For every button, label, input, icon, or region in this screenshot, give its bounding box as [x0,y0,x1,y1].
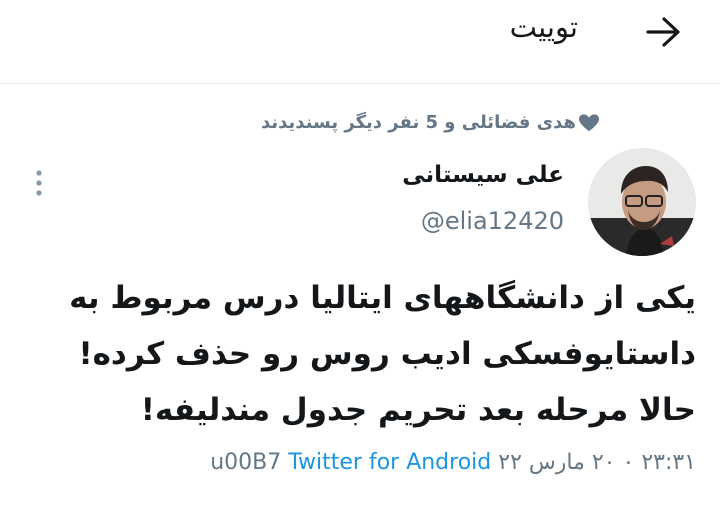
author-display-name[interactable]: علی سیستانی [402,162,564,188]
back-button[interactable] [644,14,684,50]
tweet-source-link[interactable]: Twitter for Android [288,450,491,475]
heart-icon [579,113,599,131]
top-bar: توییت [0,0,720,84]
social-context-text: هدی فضائلی و 5 نفر دیگر پسندیدند [260,112,576,133]
more-vertical-icon [36,170,42,196]
tweet-timestamp[interactable]: ۲۳:۳۱ ۰ ۲۰ مارس ۲۲ [498,450,696,475]
page-title: توییت [509,10,578,44]
social-context[interactable]: هدی فضائلی و 5 نفر دیگر پسندیدند [261,112,600,133]
more-options-button[interactable] [33,168,45,198]
tweet-metadata: ۲۳:۳۱ ۰ ۲۰ مارس ۲۲ u00B7 Twitter for And… [210,450,696,475]
avatar[interactable] [588,148,696,256]
profile-photo [588,148,696,256]
tweet-device: u00B7 [210,450,282,475]
arrow-right-icon [646,17,680,47]
author-handle[interactable]: @elia12420 [421,207,564,235]
tweet-text: یکی از دانشگاههای ایتالیا درس مربوط به د… [69,280,696,428]
